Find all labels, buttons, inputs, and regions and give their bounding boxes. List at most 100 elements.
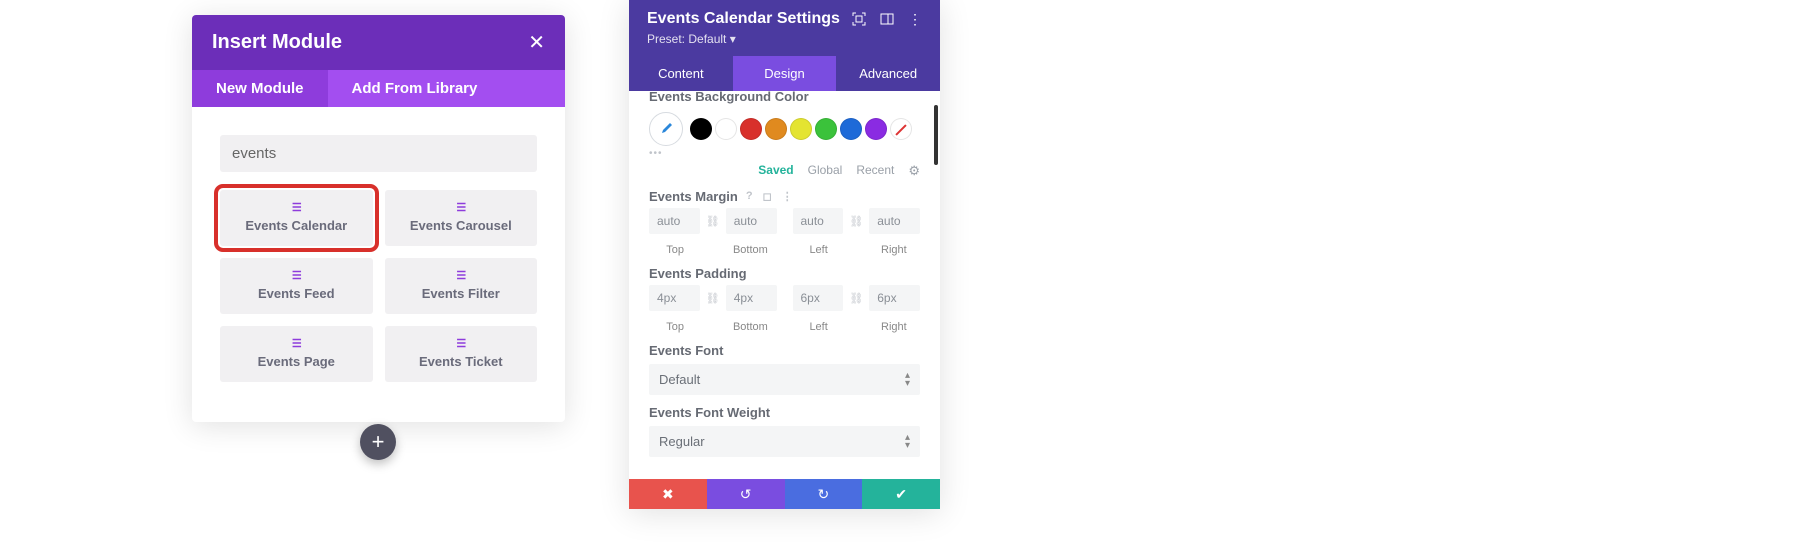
font-label: Events Font (649, 343, 920, 358)
padding-bottom-input[interactable] (726, 285, 777, 311)
module-label: Events Ticket (419, 354, 503, 369)
add-button[interactable]: + (360, 424, 396, 460)
color-picker-button[interactable] (649, 112, 683, 146)
more-icon[interactable]: ⋮ (908, 11, 922, 28)
padding-fields: ⛓ ⛓ (649, 285, 920, 311)
settings-actions: ✖ ↺ ↻ ✔ (629, 479, 940, 509)
module-events-page[interactable]: ☰ Events Page (220, 326, 373, 382)
focus-icon[interactable] (852, 12, 866, 26)
swatch-green[interactable] (815, 118, 837, 140)
module-icon: ☰ (292, 339, 301, 350)
module-label: Events Calendar (245, 218, 347, 233)
redo-button[interactable]: ↻ (785, 479, 863, 509)
tab-content[interactable]: Content (629, 56, 733, 91)
module-icon: ☰ (456, 339, 465, 350)
swatch-purple[interactable] (865, 118, 887, 140)
padding-top-label: Top (666, 321, 684, 333)
color-tab-recent[interactable]: Recent (856, 163, 894, 179)
module-events-filter[interactable]: ☰ Events Filter (385, 258, 538, 314)
link-icon[interactable]: ⛓ (706, 215, 720, 228)
margin-top-input[interactable] (649, 208, 700, 234)
module-icon: ☰ (456, 271, 465, 282)
margin-left-input[interactable] (793, 208, 844, 234)
module-grid: ☰ Events Calendar ☰ Events Carousel ☰ Ev… (220, 190, 537, 382)
insert-module-panel: Insert Module ✕ New Module Add From Libr… (192, 15, 565, 422)
module-events-calendar[interactable]: ☰ Events Calendar (220, 190, 373, 246)
padding-left-label: Left (809, 321, 827, 333)
more-dots-icon[interactable]: ••• (649, 148, 920, 159)
margin-fields: ⛓ ⛓ (649, 208, 920, 234)
margin-bottom-label: Bottom (733, 244, 768, 256)
swatch-orange[interactable] (765, 118, 787, 140)
module-events-feed[interactable]: ☰ Events Feed (220, 258, 373, 314)
padding-right-input[interactable] (869, 285, 920, 311)
font-weight-label: Events Font Weight (649, 405, 920, 420)
padding-top-input[interactable] (649, 285, 700, 311)
tab-advanced[interactable]: Advanced (836, 56, 940, 91)
module-search-input[interactable] (220, 135, 537, 172)
undo-button[interactable]: ↺ (707, 479, 785, 509)
margin-top-label: Top (666, 244, 684, 256)
module-icon: ☰ (292, 203, 301, 214)
link-icon[interactable]: ⛓ (706, 292, 720, 305)
cancel-button[interactable]: ✖ (629, 479, 707, 509)
margin-label: Events Margin ? ◻ ⋮ (649, 189, 920, 204)
bg-color-swatches (649, 112, 920, 146)
bg-color-label: Events Background Color (649, 91, 920, 104)
tab-new-module[interactable]: New Module (192, 70, 328, 107)
padding-bottom-label: Bottom (733, 321, 768, 333)
padding-right-label: Right (881, 321, 907, 333)
module-icon: ☰ (292, 271, 301, 282)
color-tab-saved[interactable]: Saved (758, 163, 793, 179)
settings-panel: Events Calendar Settings ⋮ Preset: Defau… (629, 0, 940, 509)
preset-label: Preset: (647, 32, 685, 46)
responsive-icon[interactable]: ◻ (763, 190, 772, 203)
tab-design[interactable]: Design (733, 56, 837, 91)
more-icon[interactable]: ⋮ (782, 190, 793, 203)
chevron-down-icon: ▾ (730, 32, 736, 46)
margin-bottom-input[interactable] (726, 208, 777, 234)
confirm-button[interactable]: ✔ (862, 479, 940, 509)
preset-selector[interactable]: Preset: Default ▾ (647, 32, 922, 46)
swatch-yellow[interactable] (790, 118, 812, 140)
color-tab-global[interactable]: Global (808, 163, 843, 179)
insert-module-body: ☰ Events Calendar ☰ Events Carousel ☰ Ev… (192, 107, 565, 422)
panel-icon[interactable] (880, 12, 894, 26)
insert-module-tabs: New Module Add From Library (192, 70, 565, 107)
select-arrows-icon: ▴▾ (905, 372, 910, 388)
settings-tabs: Content Design Advanced (629, 56, 940, 91)
margin-right-label: Right (881, 244, 907, 256)
close-icon[interactable]: ✕ (528, 30, 545, 55)
swatch-white[interactable] (715, 118, 737, 140)
settings-header: Events Calendar Settings ⋮ Preset: Defau… (629, 0, 940, 56)
scrollbar-thumb[interactable] (934, 105, 938, 165)
swatch-black[interactable] (690, 118, 712, 140)
padding-left-input[interactable] (793, 285, 844, 311)
tab-add-from-library[interactable]: Add From Library (328, 70, 502, 107)
help-icon[interactable]: ? (746, 190, 753, 203)
swatch-none[interactable] (890, 118, 912, 140)
padding-label: Events Padding (649, 266, 920, 281)
module-label: Events Carousel (410, 218, 512, 233)
module-label: Events Page (258, 354, 335, 369)
module-label: Events Feed (258, 286, 335, 301)
font-select[interactable]: Default (649, 364, 920, 395)
insert-module-title: Insert Module (212, 31, 342, 54)
font-weight-select[interactable]: Regular (649, 426, 920, 457)
color-tabs: Saved Global Recent ⚙ (649, 163, 920, 179)
module-events-carousel[interactable]: ☰ Events Carousel (385, 190, 538, 246)
gear-icon[interactable]: ⚙ (908, 163, 920, 179)
margin-right-input[interactable] (869, 208, 920, 234)
margin-left-label: Left (809, 244, 827, 256)
link-icon[interactable]: ⛓ (849, 215, 863, 228)
module-events-ticket[interactable]: ☰ Events Ticket (385, 326, 538, 382)
insert-module-header: Insert Module ✕ (192, 15, 565, 70)
swatch-blue[interactable] (840, 118, 862, 140)
settings-body: Events Background Color ••• Saved Global… (629, 91, 940, 467)
settings-title: Events Calendar Settings (647, 10, 840, 28)
swatch-red[interactable] (740, 118, 762, 140)
module-icon: ☰ (456, 203, 465, 214)
module-label: Events Filter (422, 286, 500, 301)
select-arrows-icon: ▴▾ (905, 434, 910, 450)
link-icon[interactable]: ⛓ (849, 292, 863, 305)
